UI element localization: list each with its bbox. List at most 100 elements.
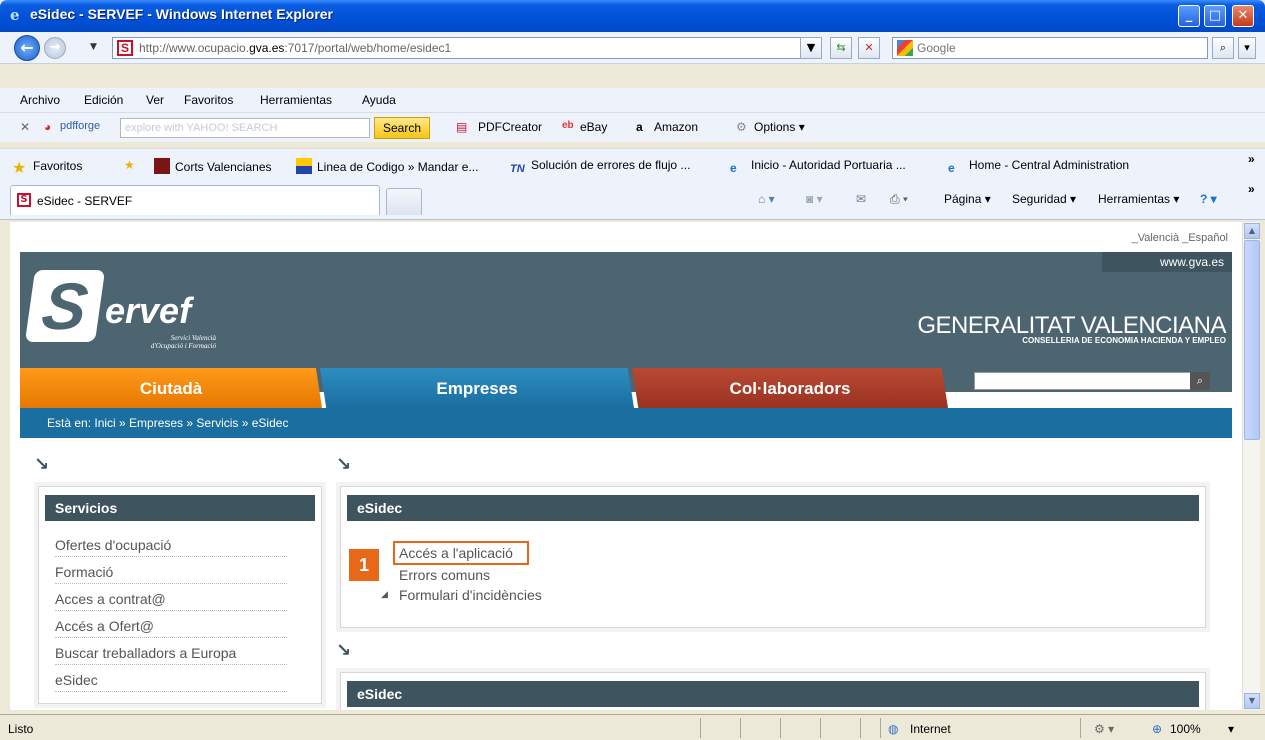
services-title: Servicios	[45, 495, 315, 521]
zoom-dropdown-icon[interactable]: ▾	[1228, 722, 1234, 736]
service-ofertes[interactable]: Ofertes d'ocupació	[55, 537, 287, 557]
add-favorite-icon[interactable]: ★	[124, 158, 135, 172]
search-options-icon[interactable]: ▾	[1238, 37, 1256, 59]
url-text: http://www.ocupacio.gva.es:7017/portal/w…	[139, 41, 452, 55]
close-toolbar-icon[interactable]: ✕	[20, 120, 30, 134]
ie-icon: e	[10, 6, 20, 24]
back-button[interactable]: ←	[14, 35, 40, 61]
zoom-level[interactable]: 100%	[1170, 722, 1201, 736]
security-menu[interactable]: Seguridad ▾	[1012, 192, 1076, 206]
servef-logo-icon[interactable]: S	[24, 269, 106, 343]
help-icon[interactable]: ? ▾	[1200, 192, 1217, 206]
menu-herramientas[interactable]: Herramientas	[260, 93, 332, 107]
servef-logo-text: ervef	[105, 290, 192, 331]
link-errors-comuns[interactable]: Errors comuns	[399, 567, 490, 583]
title-bar: e eSidec - SERVEF - Windows Internet Exp…	[0, 0, 1265, 32]
favorite-central-admin[interactable]: e Home - Central Administration	[948, 158, 1129, 177]
maximize-button[interactable]: □	[1204, 5, 1226, 27]
service-contrata[interactable]: Acces a contrat@	[55, 591, 287, 611]
favorites-button[interactable]: ★ Favoritos	[12, 158, 82, 177]
pdfcreator-button[interactable]: PDFCreator	[478, 120, 542, 134]
services-panel: Servicios Ofertes d'ocupació Formació Ac…	[38, 486, 322, 704]
page-menu[interactable]: Página ▾	[944, 192, 991, 206]
nav-ciutada[interactable]: Ciutadà	[20, 368, 322, 408]
minimize-button[interactable]: _	[1178, 5, 1200, 27]
ebay-button[interactable]: eBay	[580, 120, 607, 134]
favorite-linea-codigo[interactable]: Linea de Codigo » Mandar e...	[296, 158, 478, 174]
service-esidec[interactable]: eSidec	[55, 672, 287, 692]
search-input[interactable]	[917, 40, 1197, 56]
address-dropdown-icon[interactable]: ▼	[800, 37, 822, 59]
yahoo-search-button[interactable]: Search	[374, 117, 430, 139]
favorite-autoridad-portuaria[interactable]: e Inicio - Autoridad Portuaria ...	[730, 158, 906, 177]
zoom-icon: ⊕	[1152, 722, 1163, 736]
window-title: eSidec - SERVEF - Windows Internet Explo…	[30, 6, 334, 22]
history-dropdown-icon[interactable]: ▼	[90, 42, 97, 52]
scroll-down-icon[interactable]: ▼	[1244, 693, 1260, 709]
pdfforge-logo-icon: ◕	[44, 120, 52, 134]
menu-ayuda[interactable]: Ayuda	[362, 93, 396, 107]
service-europa[interactable]: Buscar treballadors a Europa	[55, 645, 287, 665]
feeds-icon[interactable]: ◙ ▾	[806, 192, 823, 206]
pdfforge-label[interactable]: pdfforge	[60, 120, 100, 132]
menu-ver[interactable]: Ver	[146, 93, 164, 107]
globe-icon: ◍	[888, 722, 899, 736]
address-bar[interactable]: S http://www.ocupacio.gva.es:7017/portal…	[112, 37, 822, 59]
menu-favoritos[interactable]: Favoritos	[184, 93, 233, 107]
corts-icon	[154, 158, 170, 174]
addon-toolbar: ✕ ◕ pdfforge explore with YAHOO! SEARCH …	[0, 112, 1265, 142]
esidec-title-2: eSidec	[347, 681, 1199, 707]
protected-mode-icon[interactable]: ⚙ ▾	[1094, 722, 1114, 736]
tab-label: eSidec - SERVEF	[37, 194, 133, 208]
tools-menu[interactable]: Herramientas ▾	[1098, 192, 1179, 206]
arrow-down-right-icon: ↘	[336, 454, 352, 475]
service-oferta[interactable]: Accés a Ofert@	[55, 618, 287, 638]
esidec-panel: eSidec 1 Accés a l'aplicació Errors comu…	[340, 486, 1206, 628]
mail-icon[interactable]: ✉	[856, 192, 866, 206]
link-formulari-incidencies[interactable]: Formulari d'incidències	[399, 587, 542, 603]
refresh-icon[interactable]: ⇆	[830, 37, 852, 59]
gva-link[interactable]: www.gva.es	[1102, 252, 1232, 272]
service-formacio[interactable]: Formació	[55, 564, 287, 584]
google-icon	[897, 40, 913, 56]
favorite-corts[interactable]: Corts Valencianes	[154, 158, 272, 174]
favorite-solucion-errores[interactable]: TN Solución de errores de flujo ...	[510, 158, 690, 179]
site-search-icon[interactable]: ⌕	[1190, 372, 1210, 390]
close-button[interactable]: ✕	[1232, 5, 1254, 27]
stop-icon[interactable]: ✕	[858, 37, 880, 59]
arrow-down-right-icon: ↘	[336, 640, 352, 661]
chevron-more-icon[interactable]: »	[1248, 152, 1255, 166]
tab-esidec[interactable]: S eSidec - SERVEF	[10, 185, 380, 215]
breadcrumb[interactable]: Està en: Inici » Empreses » Servicis » e…	[47, 416, 288, 430]
search-box[interactable]	[892, 37, 1208, 59]
forward-button[interactable]: →	[44, 37, 66, 59]
web-content: _Valencià _Español www.gva.es S ervef Se…	[10, 222, 1242, 710]
link-acces-aplicacio[interactable]: Accés a l'aplicació	[399, 545, 513, 561]
vertical-scrollbar[interactable]: ▲ ▼	[1242, 222, 1260, 710]
esidec-panel-2: eSidec	[340, 672, 1206, 710]
menu-edicion[interactable]: Edición	[84, 93, 123, 107]
new-tab-button[interactable]	[386, 188, 422, 215]
print-icon[interactable]: ⎙ ▾	[890, 192, 908, 207]
nav-collaboradors[interactable]: Col·laboradors	[632, 368, 948, 408]
site-favicon: S	[17, 193, 31, 207]
status-text: Listo	[8, 722, 34, 736]
menu-archivo[interactable]: Archivo	[20, 93, 60, 107]
arrow-down-right-icon: ↘	[34, 454, 50, 475]
search-icon[interactable]: ⌕	[1212, 37, 1234, 59]
linea-icon	[296, 158, 312, 174]
esidec-title: eSidec	[347, 495, 1199, 521]
language-links[interactable]: _Valencià _Español	[1132, 232, 1228, 244]
scroll-thumb[interactable]	[1244, 240, 1260, 440]
options-button[interactable]: Options ▾	[754, 120, 805, 134]
star-icon: ★	[12, 160, 27, 177]
scroll-up-icon[interactable]: ▲	[1244, 223, 1260, 239]
servef-logo-subtitle: Servici Valencià d'Ocupació i Formació	[150, 334, 216, 350]
chevron-more-icon[interactable]: »	[1248, 182, 1255, 196]
site-search-input[interactable]	[974, 372, 1194, 390]
nav-empreses[interactable]: Empreses	[320, 368, 634, 408]
amazon-button[interactable]: Amazon	[654, 120, 698, 134]
yahoo-search-input[interactable]: explore with YAHOO! SEARCH	[120, 118, 370, 138]
home-icon[interactable]: ⌂ ▾	[758, 192, 775, 206]
ebay-icon: eb	[562, 120, 574, 131]
